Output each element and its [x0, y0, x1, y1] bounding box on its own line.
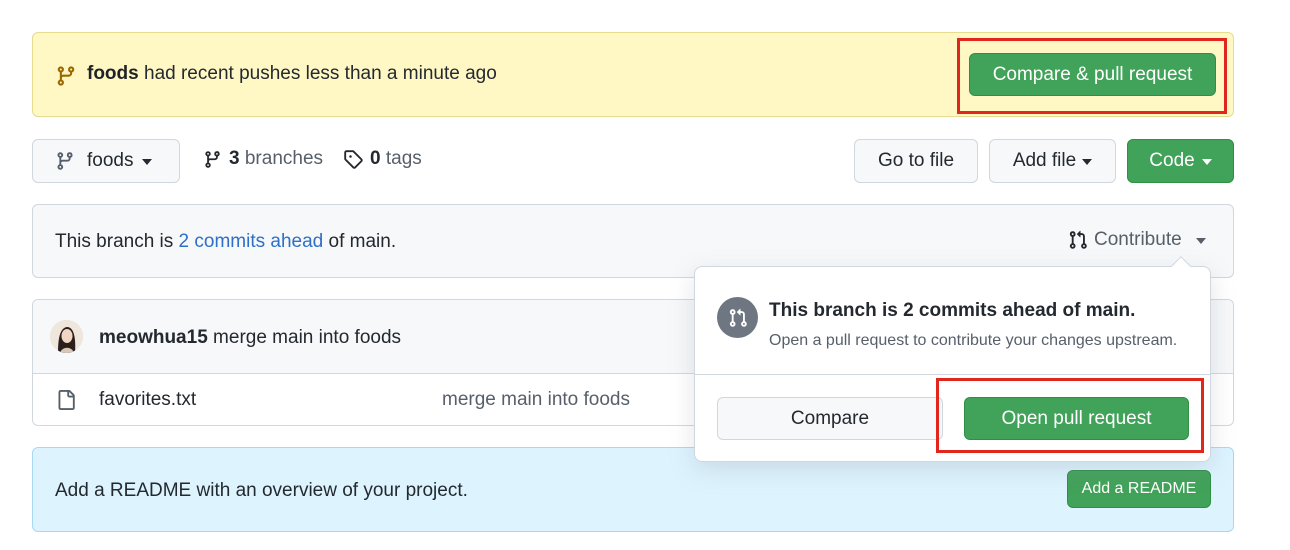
pull-request-icon	[717, 297, 758, 338]
branch-select-button[interactable]: foods	[32, 139, 180, 183]
add-readme-button[interactable]: Add a README	[1067, 470, 1211, 508]
banner-message-text: had recent pushes less than a minute ago	[138, 63, 497, 84]
file-commit-message[interactable]: merge main into foods	[442, 389, 630, 411]
ahead-prefix: This branch is	[55, 231, 179, 252]
ahead-suffix: of main.	[323, 231, 397, 252]
banner-message: foods had recent pushes less than a minu…	[87, 63, 497, 85]
popover-subtitle: Open a pull request to contribute your c…	[769, 332, 1178, 349]
add-file-button[interactable]: Add file	[989, 139, 1116, 183]
chevron-down-icon	[1082, 159, 1093, 165]
chevron-down-icon	[1201, 159, 1212, 165]
branches-count: 3	[229, 148, 240, 169]
branch-select-label: foods	[87, 150, 134, 171]
popover-title: This branch is 2 commits ahead of main.	[769, 300, 1136, 321]
commit-summary: meowhua15 merge main into foods	[99, 327, 401, 349]
add-file-label: Add file	[1012, 150, 1077, 171]
tags-link[interactable]: 0 tags	[343, 148, 422, 170]
file-name[interactable]: favorites.txt	[99, 389, 196, 411]
commit-author[interactable]: meowhua15	[99, 327, 208, 348]
tags-count: 0	[370, 148, 381, 169]
avatar[interactable]	[50, 320, 83, 353]
tag-icon	[344, 150, 363, 169]
git-branch-icon	[55, 65, 77, 87]
banner-branch-name[interactable]: foods	[87, 63, 139, 84]
git-branch-icon	[205, 150, 220, 168]
code-button[interactable]: Code	[1127, 139, 1234, 183]
contribute-label: Contribute	[1094, 229, 1182, 250]
chevron-down-icon	[142, 159, 153, 165]
git-branch-icon	[57, 152, 73, 170]
compare-button[interactable]: Compare	[717, 397, 943, 440]
branches-link[interactable]: 3 branches	[203, 148, 323, 170]
ahead-message: This branch is 2 commits ahead of main.	[55, 231, 396, 253]
highlight-box-open-pr	[936, 378, 1204, 453]
branches-label: branches	[244, 148, 324, 169]
highlight-box-compare	[957, 38, 1227, 114]
code-button-label: Code	[1149, 150, 1195, 171]
readme-message: Add a README with an overview of your pr…	[55, 480, 468, 501]
pull-request-icon	[1069, 230, 1087, 249]
chevron-down-icon	[1195, 238, 1206, 244]
contribute-dropdown[interactable]: Contribute	[1068, 229, 1206, 251]
file-icon	[56, 389, 76, 411]
tags-label: tags	[385, 148, 422, 169]
commit-message[interactable]: merge main into foods	[208, 327, 401, 348]
go-to-file-button[interactable]: Go to file	[854, 139, 978, 183]
commits-ahead-link[interactable]: 2 commits ahead	[179, 231, 324, 252]
